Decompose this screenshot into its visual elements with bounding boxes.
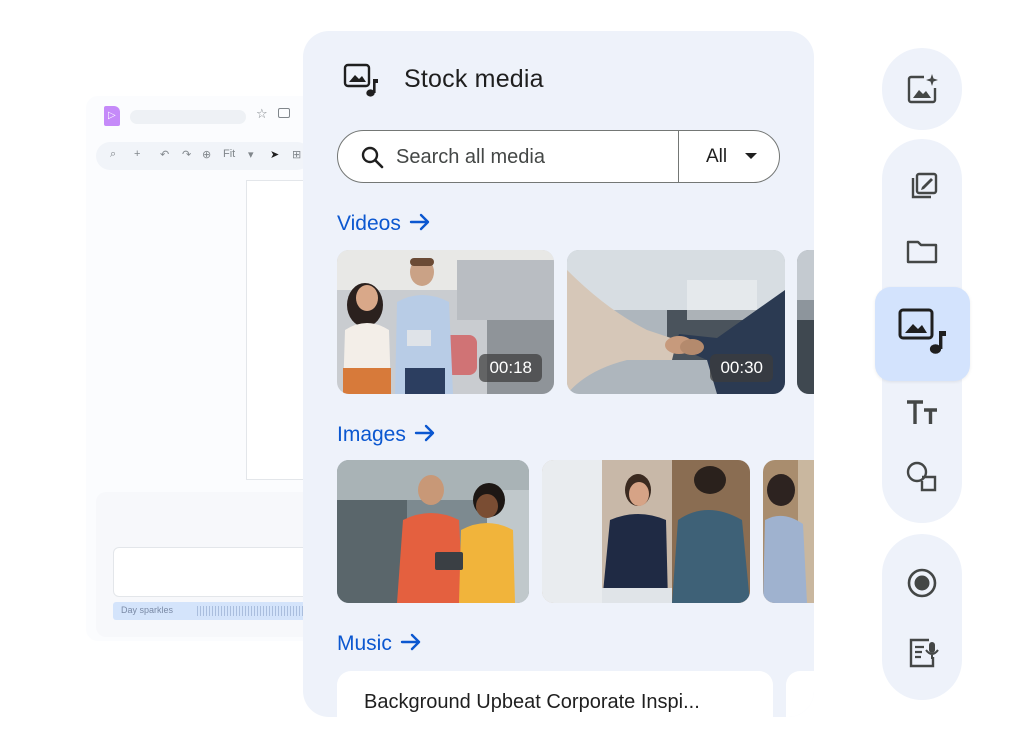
stock-media-panel: Stock media All Videos (303, 31, 814, 717)
stock-media-rail-button[interactable] (875, 287, 970, 381)
select-cursor-icon: ➤ (270, 149, 280, 161)
vids-logo-icon: ▷ (104, 106, 120, 126)
text-icon[interactable] (902, 393, 942, 433)
video-duration-badge: 00:30 (710, 354, 773, 382)
image-thumbnail-1[interactable] (337, 460, 529, 603)
caret-down-icon (745, 153, 757, 159)
star-icon: ☆ (256, 106, 268, 121)
redo-icon: ↷ (182, 149, 192, 161)
video-thumbnail-1[interactable]: 00:18 (337, 250, 554, 394)
image-3-image (763, 460, 814, 603)
music-section-link[interactable]: Music (337, 632, 422, 656)
stock-media-icon (343, 63, 378, 97)
video-duration-badge: 00:18 (479, 354, 542, 382)
insert-box-icon: ⊞ (292, 149, 302, 161)
rail-group-bottom (882, 534, 962, 700)
edit-frame-icon[interactable] (902, 166, 942, 206)
image-2-image (542, 460, 750, 603)
image-1-image (337, 460, 529, 603)
arrow-right-icon (414, 424, 435, 442)
panel-title: Stock media (404, 65, 544, 93)
background-toolbar: ⌕ + ↶ ↷ ⊕ Fit ▾ ➤ ⊞ (96, 142, 311, 170)
app-root: ▷ ☆ ⌕ + ↶ ↷ ⊕ Fit ▾ ➤ ⊞ Day sparkles Sto… (0, 0, 1024, 749)
image-sparkle-icon[interactable] (902, 69, 942, 109)
shapes-icon[interactable] (902, 457, 942, 497)
image-thumbnail-2[interactable] (542, 460, 750, 603)
folder-icon[interactable] (902, 231, 942, 271)
arrow-right-icon (409, 213, 430, 231)
media-type-filter[interactable]: All (679, 131, 779, 182)
videos-section-link[interactable]: Videos (337, 212, 431, 236)
zoom-icon: ⊕ (202, 149, 212, 161)
move-folder-icon (278, 108, 290, 118)
search-input[interactable] (396, 143, 666, 171)
images-section-link[interactable]: Images (337, 423, 436, 447)
music-track-card[interactable]: Background Upbeat Corporate Inspi... (337, 671, 773, 717)
audio-clip-label: Day sparkles (121, 605, 174, 615)
background-title-row: ▷ ☆ (100, 104, 310, 132)
voiceover-icon[interactable] (902, 633, 942, 673)
document-title-placeholder (130, 110, 246, 124)
add-icon: + (134, 148, 141, 160)
music-track-title: Background Upbeat Corporate Inspi... (364, 691, 700, 713)
chevron-down-icon: ▾ (248, 149, 254, 161)
videos-label: Videos (337, 212, 401, 235)
video-3-image (797, 250, 814, 394)
search-icon (361, 146, 384, 169)
search-icon: ⌕ (110, 148, 117, 160)
search-bar: All (337, 130, 780, 183)
filter-label: All (706, 146, 728, 167)
zoom-select: Fit (223, 148, 236, 160)
background-audio-clip: Day sparkles (113, 602, 313, 620)
record-icon[interactable] (902, 563, 942, 603)
video-thumbnail-2[interactable]: 00:30 (567, 250, 785, 394)
music-label: Music (337, 632, 392, 655)
music-track-card-next[interactable] (786, 671, 814, 717)
image-thumbnail-3[interactable] (763, 460, 814, 603)
arrow-right-icon (400, 633, 421, 651)
video-thumbnail-3[interactable] (797, 250, 814, 394)
stock-media-icon (898, 308, 946, 354)
images-label: Images (337, 423, 406, 446)
audio-waveform (197, 606, 307, 616)
background-scene-track (113, 547, 313, 597)
undo-icon: ↶ (160, 149, 170, 161)
